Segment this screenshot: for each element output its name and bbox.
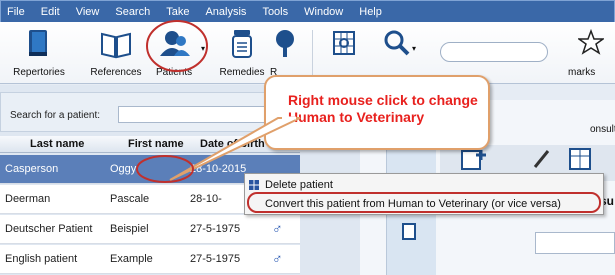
cell-first-name: Example [110, 253, 153, 265]
menu-bar: File Edit View Search Take Analysis Tool… [0, 0, 615, 22]
open-book-icon [101, 32, 131, 59]
patients-icon [160, 31, 190, 56]
magnifier-icon [384, 30, 410, 56]
grid-icon [249, 180, 259, 190]
col-first-name[interactable]: First name [128, 138, 184, 150]
menu-tools[interactable]: Tools [262, 6, 288, 18]
cell-last-name: Casperson [5, 163, 59, 175]
context-menu: Delete patient Convert this patient from… [244, 173, 604, 215]
cell-dob: 28-10-2015 [190, 163, 247, 175]
clipboard-icon [402, 223, 416, 240]
menu-help[interactable]: Help [359, 6, 382, 18]
male-icon: ♂ [272, 220, 283, 236]
case-field[interactable] [535, 232, 615, 254]
menu-item-delete-patient[interactable]: Delete patient [245, 176, 603, 195]
star-icon [578, 28, 604, 55]
tree-icon [276, 30, 294, 57]
col-last-name[interactable]: Last name [30, 138, 84, 150]
toolbar-search-input[interactable] [440, 42, 548, 62]
col-date-of-birth[interactable]: Date of birth [200, 138, 265, 150]
consult-label-fragment: onsult [590, 124, 615, 135]
references-button[interactable]: References [86, 22, 146, 84]
find-dropdown-arrow-icon[interactable]: ▾ [412, 44, 416, 53]
grid-target-icon [333, 31, 355, 55]
cell-last-name: Deerman [5, 193, 51, 205]
menu-view[interactable]: View [76, 6, 100, 18]
cell-first-name: Pascale [110, 193, 150, 205]
patient-grid-header: Last name First name Date of birth [0, 136, 300, 153]
menu-search[interactable]: Search [115, 6, 150, 18]
menu-file[interactable]: File [7, 6, 25, 18]
callout-text: Right mouse click to change Human to Vet… [288, 92, 478, 125]
repertories-button[interactable]: Repertories [4, 22, 74, 84]
menu-analysis[interactable]: Analysis [205, 6, 246, 18]
table-row[interactable]: Deutscher Patient Beispiel 27-5-1975 ♂ [0, 215, 300, 244]
cell-last-name: English patient [5, 253, 78, 265]
cell-first-name: Beispiel [110, 223, 149, 235]
menu-take[interactable]: Take [166, 6, 189, 18]
remedies-button[interactable]: Remedies [216, 22, 268, 84]
patients-dropdown-arrow-icon[interactable]: ▾ [201, 44, 205, 53]
remedy-jar-icon [232, 30, 252, 58]
cell-dob: 27-5-1975 [190, 253, 241, 265]
book-icon [29, 30, 47, 56]
patient-search-label: Search for a patient: [10, 110, 101, 121]
patients-button[interactable]: ▾ Patients [151, 22, 205, 84]
cell-dob: 27-5-1975 [190, 223, 241, 235]
menu-edit[interactable]: Edit [41, 6, 60, 18]
toolbar-separator [312, 30, 313, 78]
menu-item-convert-patient[interactable]: Convert this patient from Human to Veter… [245, 195, 603, 214]
cell-last-name: Deutscher Patient [5, 223, 93, 235]
cell-first-name: Oggy [110, 163, 137, 175]
menu-window[interactable]: Window [304, 6, 343, 18]
male-icon: ♂ [272, 250, 283, 266]
cell-dob: 28-10- [190, 193, 222, 205]
table-row[interactable]: English patient Example 27-5-1975 ♂ [0, 245, 300, 274]
bookmarks-button[interactable]: marks [568, 22, 615, 84]
